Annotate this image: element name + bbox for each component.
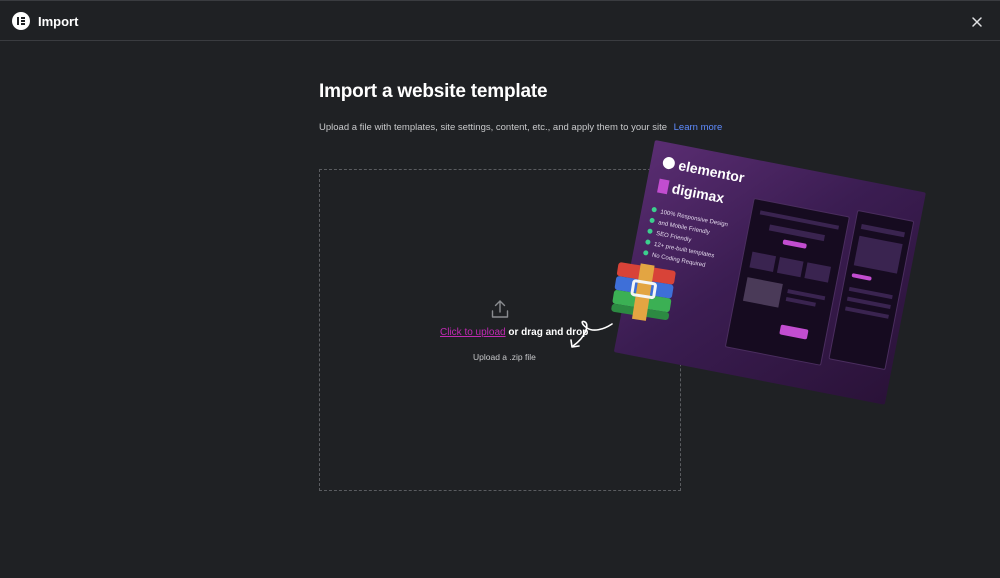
page-title: Import a website template xyxy=(319,81,548,102)
elementor-mark-icon xyxy=(661,156,676,171)
close-icon[interactable] xyxy=(969,14,985,30)
click-to-upload-link[interactable]: Click to upload xyxy=(440,327,506,338)
promo-brand-text: digimax xyxy=(670,180,726,207)
elementor-logo-icon xyxy=(12,12,30,30)
upload-icon xyxy=(491,300,509,318)
upload-hint: Upload a .zip file xyxy=(473,352,536,362)
curved-arrow-icon xyxy=(570,320,613,348)
subtitle-text: Upload a file with templates, site setti… xyxy=(319,122,667,133)
page-subtitle: Upload a file with templates, site setti… xyxy=(319,122,722,133)
learn-more-link[interactable]: Learn more xyxy=(674,122,723,133)
digimax-mark-icon xyxy=(657,178,670,195)
top-bar: Import xyxy=(0,0,1000,41)
promo-logo-text: elementor xyxy=(677,157,746,186)
archive-file-icon xyxy=(611,262,676,321)
promo-brand: digimax xyxy=(657,178,726,206)
app-title: Import xyxy=(38,14,79,29)
